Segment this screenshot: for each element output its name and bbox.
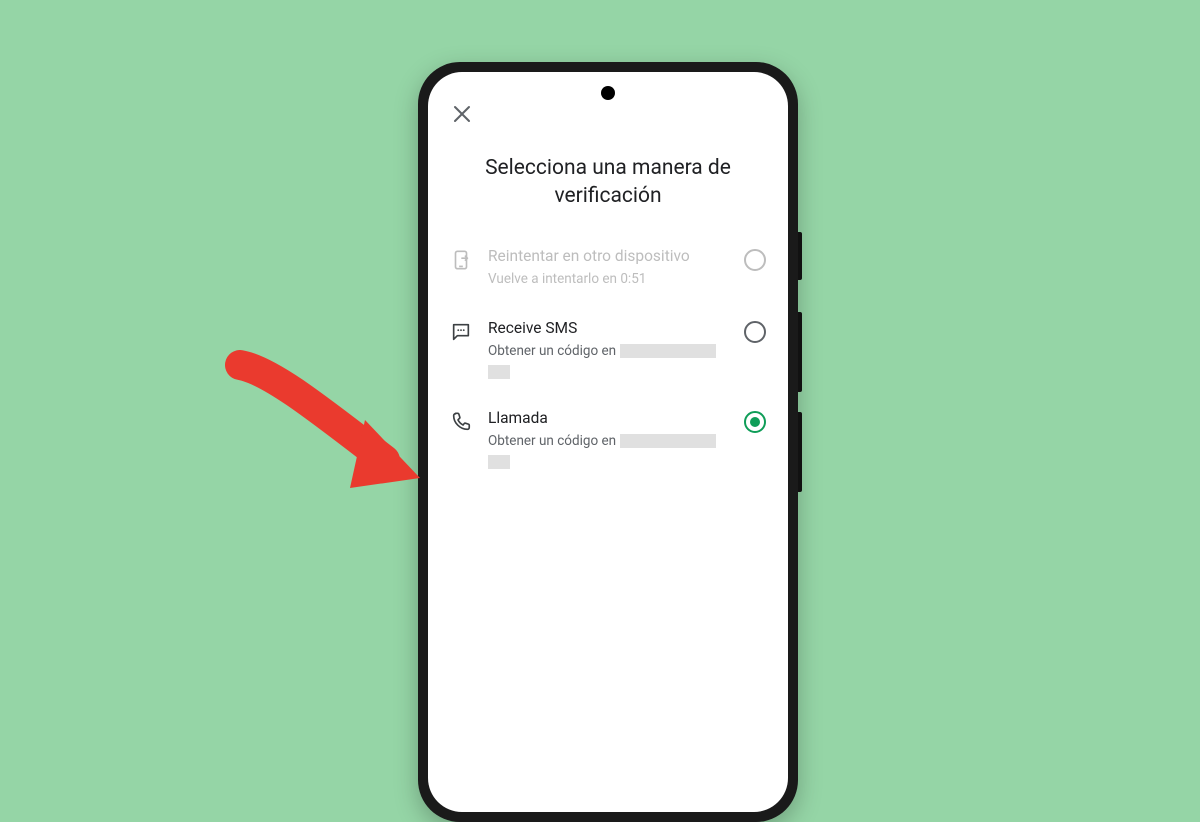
phone-frame: Selecciona una manera de verificación Re…	[418, 62, 798, 822]
front-camera	[601, 86, 615, 100]
option-subtitle: Obtener un código en	[488, 341, 728, 379]
option-title: Reintentar en otro dispositivo	[488, 247, 728, 265]
subtitle-prefix: Obtener un código en	[488, 341, 616, 361]
annotation-arrow	[210, 350, 440, 510]
page-title: Selecciona una manera de verificación	[460, 154, 756, 211]
radio-retry	[744, 249, 766, 271]
redacted-phone-part	[620, 344, 716, 358]
screen: Selecciona una manera de verificación Re…	[428, 72, 788, 812]
subtitle-prefix: Obtener un código en	[488, 431, 616, 451]
redacted-phone-part	[488, 455, 510, 469]
close-button[interactable]	[450, 102, 474, 126]
option-call[interactable]: Llamada Obtener un código en	[450, 399, 766, 489]
phone-icon	[450, 411, 472, 433]
device-arrow-icon	[450, 249, 472, 271]
phone-side-button	[798, 412, 802, 492]
radio-call[interactable]	[744, 411, 766, 433]
option-title: Receive SMS	[488, 319, 728, 337]
close-icon	[450, 102, 474, 126]
redacted-phone-part	[620, 434, 716, 448]
option-sms[interactable]: Receive SMS Obtener un código en	[450, 309, 766, 399]
option-title: Llamada	[488, 409, 728, 427]
radio-sms[interactable]	[744, 321, 766, 343]
phone-side-button	[798, 312, 802, 392]
option-retry-other-device: Reintentar en otro dispositivo Vuelve a …	[450, 237, 766, 309]
option-subtitle: Vuelve a intentarlo en 0:51	[488, 269, 728, 289]
phone-side-button	[798, 232, 802, 280]
redacted-phone-part	[488, 365, 510, 379]
option-subtitle: Obtener un código en	[488, 431, 728, 469]
sms-icon	[450, 321, 472, 343]
